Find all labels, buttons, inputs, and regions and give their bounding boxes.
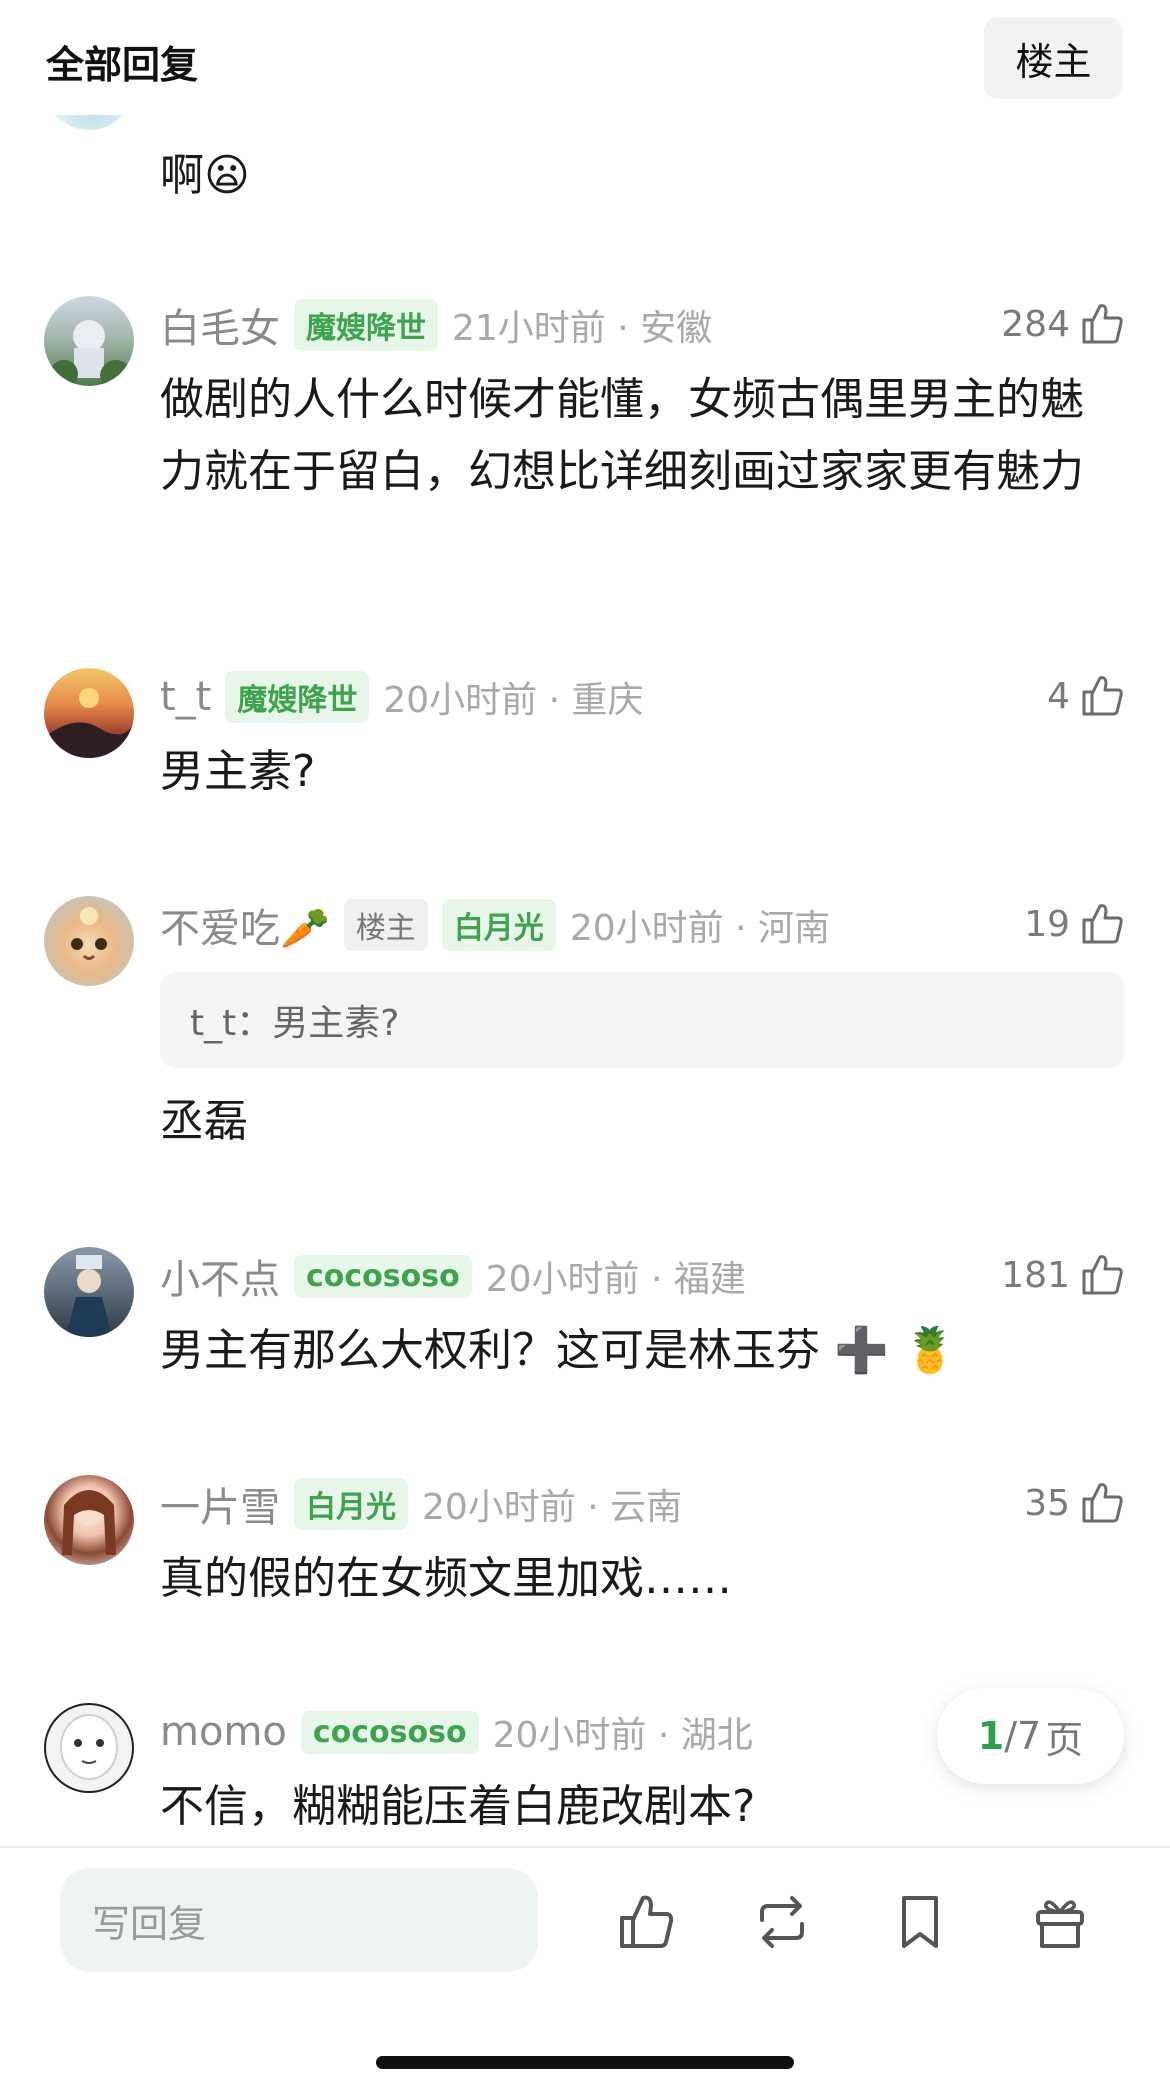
page-title: 全部回复 [46,43,199,87]
timestamp-location: 21小时前 · 安徽 [452,308,713,349]
avatar[interactable] [44,668,134,758]
gift-icon[interactable] [1028,1890,1092,1954]
avatar[interactable] [44,896,134,986]
like-button[interactable]: 284 [1001,300,1126,348]
like-button[interactable]: 19 [1024,900,1126,948]
comment-meta: momo cocososo 20小时前 · 湖北 [160,1703,753,1761]
avatar[interactable] [44,1703,134,1793]
timestamp-location: 20小时前 · 福建 [485,1259,746,1300]
home-indicator [376,2056,794,2069]
thumbs-up-icon [1082,304,1123,344]
total-pages: /7 [1004,1714,1042,1758]
username[interactable]: 一片雪 [160,1475,280,1533]
like-count: 4 [1047,675,1070,717]
current-page: 1 [977,1714,1005,1758]
comment-meta: 一片雪 白月光 20小时前 · 云南 [160,1475,682,1533]
like-icon[interactable] [614,1890,678,1954]
timestamp-location: 20小时前 · 重庆 [383,680,644,721]
like-count: 181 [1001,1254,1070,1296]
username[interactable]: 不爱吃🥕 [160,896,330,954]
comment-text: 真的假的在女频文里加戏…… [160,1553,732,1604]
op-only-filter-button[interactable]: 楼主 [984,17,1123,99]
avatar-image [60,1714,118,1780]
avatar-image [50,320,132,386]
username[interactable]: 白毛女 [160,296,280,354]
comment-meta: 白毛女 魔嫂降世 21小时前 · 安徽 [160,296,712,354]
comment-text: 男主有那么大权利？这可是林玉芬 ➕ 🍍 [160,1325,958,1376]
avatar-image [62,1490,116,1555]
thumbs-up-icon [1082,1255,1123,1295]
thumbs-up-icon [1082,676,1123,716]
comment-text: 啊😦 [160,150,250,201]
avatar[interactable] [44,1247,134,1337]
timestamp-location: 20小时前 · 云南 [422,1487,683,1528]
page-unit: 页 [1045,1717,1084,1762]
username[interactable]: 小不点 [160,1247,280,1305]
username[interactable]: momo [160,1709,287,1755]
like-count: 284 [1001,303,1070,345]
user-badge: cocososo [300,1710,479,1754]
timestamp-location: 20小时前 · 湖北 [492,1715,753,1756]
thumbs-up-icon [1082,1483,1123,1523]
like-button[interactable]: 181 [1001,1251,1126,1299]
repost-icon[interactable] [750,1890,814,1954]
thumbs-up-icon [1082,904,1123,944]
user-badge: 魔嫂降世 [225,671,370,723]
reply-input[interactable]: 写回复 [60,1868,538,1972]
avatar-image [71,907,107,960]
timestamp-location: 20小时前 · 河南 [569,908,830,949]
avatar-image [66,1255,112,1337]
avatar[interactable] [44,296,134,386]
user-badge: 白月光 [441,899,556,951]
user-badge: cocososo [294,1254,472,1298]
comment-text: 男主素? [160,746,316,797]
comment-meta: t_t 魔嫂降世 20小时前 · 重庆 [160,668,644,726]
bookmark-icon[interactable] [888,1890,952,1954]
comment-meta: 不爱吃🥕 楼主 白月光 20小时前 · 河南 [160,896,830,954]
avatar-image [44,688,134,758]
avatar[interactable] [44,1475,134,1565]
header-bar: 全部回复 楼主 [0,0,1170,115]
user-badge: 魔嫂降世 [294,299,438,351]
op-badge: 楼主 [343,899,428,951]
comment-meta: 小不点 cocososo 20小时前 · 福建 [160,1247,746,1305]
comment-text: 做剧的人什么时候才能懂，女频古偶里男主的魅力就在于留白，幻想比详细刻画过家家更有… [160,374,1084,497]
quoted-reply[interactable]: t_t：男主素? [160,972,1125,1068]
like-button[interactable]: 35 [1024,1479,1126,1527]
bottom-bar-divider [0,1846,1170,1848]
comment-text: 丞磊 [160,1096,248,1147]
username[interactable]: t_t [160,674,211,720]
user-badge: 白月光 [294,1478,408,1530]
like-count: 19 [1024,903,1070,945]
comment-text: 不信，糊糊能压着白鹿改剧本? [160,1781,756,1832]
like-button[interactable]: 4 [1047,672,1126,720]
page-indicator[interactable]: 1 /7 页 [937,1688,1124,1784]
like-count: 35 [1024,1482,1070,1524]
